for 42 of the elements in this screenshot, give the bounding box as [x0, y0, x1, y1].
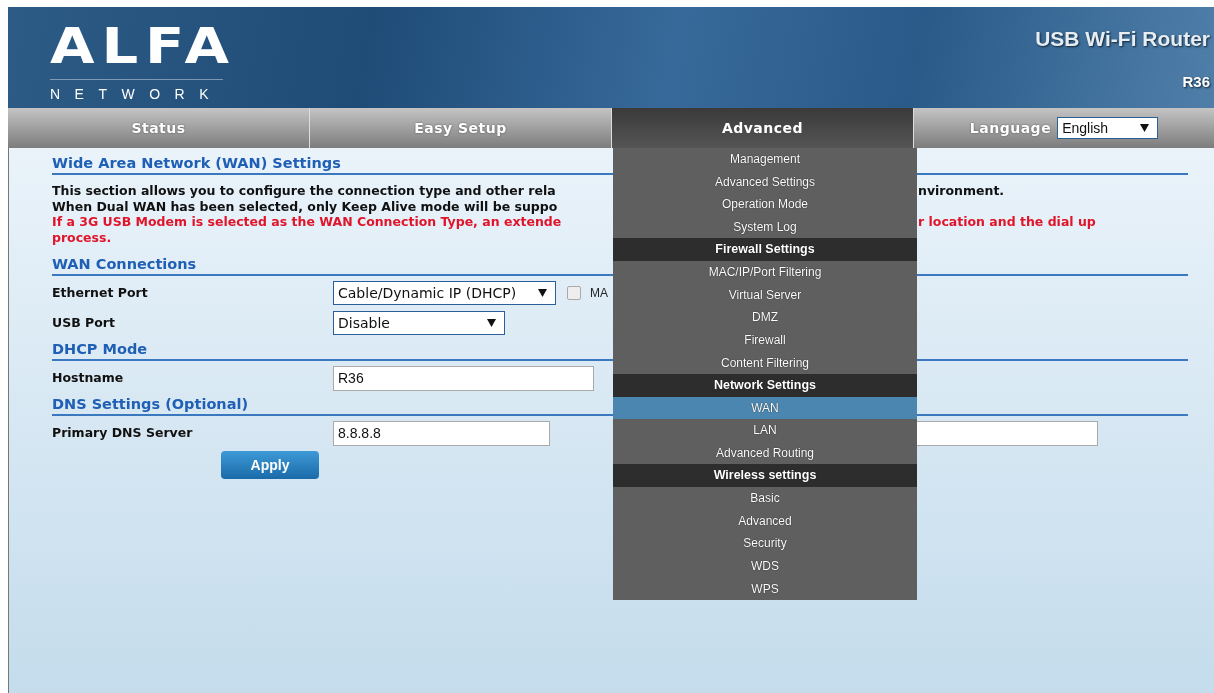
menu-item[interactable]: Security [613, 532, 917, 555]
logo-text: ALFA [50, 21, 236, 71]
field-label: Hostname [52, 368, 125, 387]
logo-subtitle: NETWORK [50, 79, 224, 105]
caret-icon [487, 319, 496, 327]
input-field[interactable]: R36 [333, 365, 594, 391]
caret-icon [1140, 124, 1150, 132]
field-label: Primary DNS Server [52, 423, 194, 442]
description-text: This section allows you to configure the connection type and other rela [52, 183, 557, 199]
menu-item[interactable]: WDS [613, 554, 917, 578]
field-label: Ethernet Port [52, 283, 149, 302]
product-name: USB Wi-Fi Router [1035, 26, 1210, 52]
description-text: When Dual WAN has been selected, only Keep Alive mode will be suppo [52, 198, 559, 214]
language-select[interactable]: English [1057, 117, 1159, 139]
menu-section-header: Network Settings [613, 373, 917, 397]
menu-item[interactable]: Operation Mode [613, 193, 917, 216]
menu-section-header: Wireless settings [613, 464, 917, 487]
menu-item[interactable]: LAN [613, 419, 917, 442]
menu-item[interactable]: WAN [613, 396, 917, 420]
field-label: USB Port [52, 313, 116, 332]
menu-section-header: Firewall Settings [613, 238, 917, 261]
dropdown-select[interactable]: Disable [333, 311, 505, 335]
nav-tab[interactable]: Advanced [612, 108, 914, 148]
menu-item[interactable]: DMZ [613, 306, 917, 329]
checkbox[interactable] [567, 286, 581, 300]
menu-item[interactable]: Advanced Routing [613, 441, 917, 465]
warning-text: process. [52, 229, 113, 245]
description-text: nvironment. [918, 183, 1005, 199]
menu-item[interactable]: Basic [613, 486, 917, 510]
menu-item[interactable]: Virtual Server [613, 283, 917, 307]
menu-item[interactable]: Advanced [613, 509, 917, 533]
warning-text: If a 3G USB Modem is selected as the WAN Connection Type, an extende [52, 214, 563, 230]
model-name: R36 [1181, 71, 1210, 92]
menu-item[interactable]: WPS [613, 577, 917, 600]
caret-icon [538, 289, 547, 297]
apply-button[interactable]: Apply [221, 451, 319, 479]
language-label: Language [969, 118, 1052, 138]
checkbox-label: MA [590, 285, 608, 302]
dropdown-select[interactable]: Cable/Dynamic IP (DHCP) [333, 281, 556, 305]
menu-item[interactable]: System Log [613, 215, 917, 239]
warning-text: r location and the dial up [918, 214, 1096, 230]
input-field[interactable]: 8.8.8.8 [333, 420, 550, 446]
